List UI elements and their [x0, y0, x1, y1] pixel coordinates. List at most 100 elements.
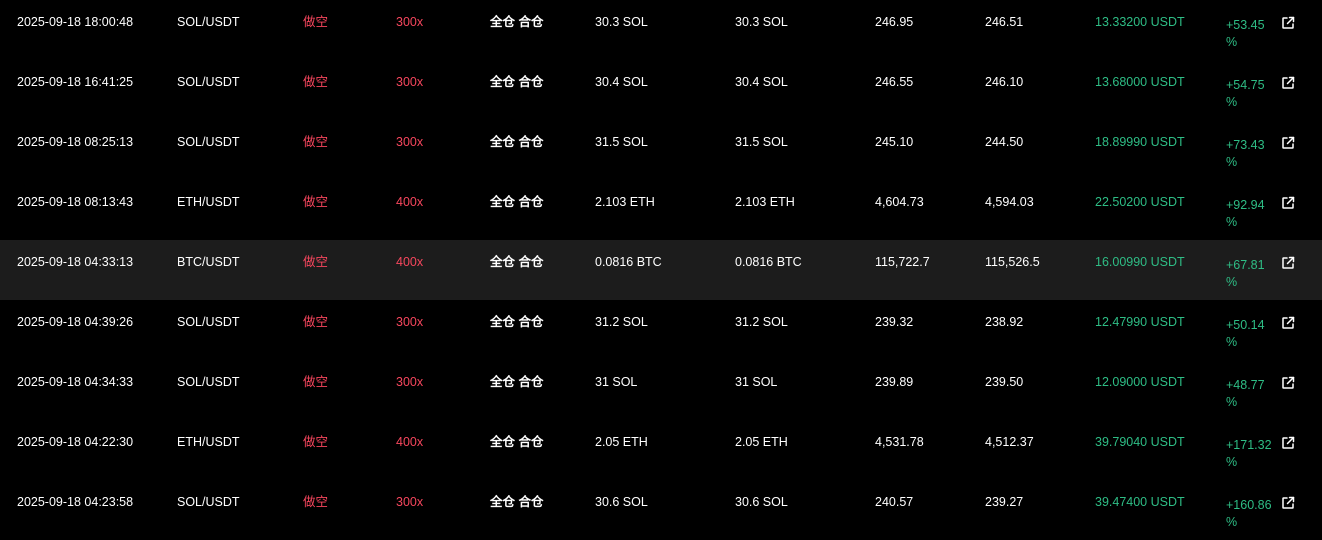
table-row[interactable]: 2025-09-18 16:41:25 SOL/USDT 做空 300x 全仓 …: [0, 60, 1322, 120]
roi-percent: +171.32 %: [1226, 438, 1272, 469]
trade-history-table: 2025-09-18 18:00:48 SOL/USDT 做空 300x 全仓 …: [0, 0, 1322, 540]
position-side: 做空: [303, 75, 329, 89]
open-size: 2.103 ETH: [595, 195, 655, 209]
close-size: 30.4 SOL: [735, 75, 788, 89]
close-size: 2.05 ETH: [735, 435, 788, 449]
close-size: 31.5 SOL: [735, 135, 788, 149]
trade-time: 2025-09-18 04:33:13: [17, 255, 134, 269]
roi-percent: +160.86 %: [1226, 498, 1272, 529]
position-side: 做空: [303, 435, 329, 449]
table-row[interactable]: 2025-09-18 04:34:33 SOL/USDT 做空 300x 全仓 …: [0, 360, 1322, 420]
margin-mode: 全仓 合仓: [490, 315, 544, 329]
position-side: 做空: [303, 375, 329, 389]
position-side: 做空: [303, 315, 329, 329]
trade-time: 2025-09-18 04:39:26: [17, 315, 134, 329]
leverage: 300x: [396, 135, 424, 149]
position-side: 做空: [303, 495, 329, 509]
exit-price: 115,526.5: [985, 255, 1040, 269]
roi-percent: +73.43 %: [1226, 138, 1265, 169]
trading-pair: SOL/USDT: [177, 495, 240, 509]
trade-time: 2025-09-18 18:00:48: [17, 15, 134, 29]
external-link-icon[interactable]: [1280, 375, 1296, 391]
close-size: 30.3 SOL: [735, 15, 788, 29]
entry-price: 246.55: [875, 75, 914, 89]
leverage: 400x: [396, 255, 424, 269]
entry-price: 4,531.78: [875, 435, 924, 449]
margin-mode: 全仓 合仓: [490, 75, 544, 89]
leverage: 300x: [396, 495, 424, 509]
open-size: 31.5 SOL: [595, 135, 648, 149]
roi-percent: +54.75 %: [1226, 78, 1265, 109]
margin-mode: 全仓 合仓: [490, 135, 544, 149]
position-side: 做空: [303, 15, 329, 29]
trade-time: 2025-09-18 04:22:30: [17, 435, 134, 449]
external-link-icon[interactable]: [1280, 15, 1296, 31]
leverage: 400x: [396, 435, 424, 449]
realized-pnl: 16.00990 USDT: [1095, 255, 1185, 269]
trading-pair: SOL/USDT: [177, 375, 240, 389]
external-link-icon[interactable]: [1280, 75, 1296, 91]
exit-price: 244.50: [985, 135, 1024, 149]
trading-pair: BTC/USDT: [177, 255, 240, 269]
roi-percent: +92.94 %: [1226, 198, 1265, 229]
margin-mode: 全仓 合仓: [490, 255, 544, 269]
open-size: 31 SOL: [595, 375, 638, 389]
exit-price: 246.51: [985, 15, 1024, 29]
close-size: 31.2 SOL: [735, 315, 788, 329]
realized-pnl: 12.47990 USDT: [1095, 315, 1185, 329]
external-link-icon[interactable]: [1280, 195, 1296, 211]
external-link-icon[interactable]: [1280, 435, 1296, 451]
margin-mode: 全仓 合仓: [490, 495, 544, 509]
entry-price: 240.57: [875, 495, 914, 509]
realized-pnl: 13.68000 USDT: [1095, 75, 1185, 89]
entry-price: 245.10: [875, 135, 914, 149]
table-row[interactable]: 2025-09-18 18:00:48 SOL/USDT 做空 300x 全仓 …: [0, 0, 1322, 60]
trade-time: 2025-09-18 08:13:43: [17, 195, 134, 209]
external-link-icon[interactable]: [1280, 315, 1296, 331]
margin-mode: 全仓 合仓: [490, 195, 544, 209]
open-size: 31.2 SOL: [595, 315, 648, 329]
external-link-icon[interactable]: [1280, 135, 1296, 151]
position-side: 做空: [303, 195, 329, 209]
external-link-icon[interactable]: [1280, 495, 1296, 511]
position-side: 做空: [303, 135, 329, 149]
trade-time: 2025-09-18 08:25:13: [17, 135, 134, 149]
table-row[interactable]: 2025-09-18 04:23:58 SOL/USDT 做空 300x 全仓 …: [0, 480, 1322, 540]
entry-price: 115,722.7: [875, 255, 930, 269]
open-size: 30.6 SOL: [595, 495, 648, 509]
exit-price: 238.92: [985, 315, 1024, 329]
exit-price: 4,512.37: [985, 435, 1034, 449]
open-size: 30.4 SOL: [595, 75, 648, 89]
roi-percent: +53.45 %: [1226, 18, 1265, 49]
table-row[interactable]: 2025-09-18 04:22:30 ETH/USDT 做空 400x 全仓 …: [0, 420, 1322, 480]
realized-pnl: 18.89990 USDT: [1095, 135, 1185, 149]
leverage: 300x: [396, 15, 424, 29]
leverage: 300x: [396, 315, 424, 329]
roi-percent: +48.77 %: [1226, 378, 1265, 409]
table-row[interactable]: 2025-09-18 08:13:43 ETH/USDT 做空 400x 全仓 …: [0, 180, 1322, 240]
realized-pnl: 39.79040 USDT: [1095, 435, 1185, 449]
table-row[interactable]: 2025-09-18 04:33:13 BTC/USDT 做空 400x 全仓 …: [0, 240, 1322, 300]
trading-pair: SOL/USDT: [177, 15, 240, 29]
external-link-icon[interactable]: [1280, 255, 1296, 271]
table-row[interactable]: 2025-09-18 04:39:26 SOL/USDT 做空 300x 全仓 …: [0, 300, 1322, 360]
realized-pnl: 39.47400 USDT: [1095, 495, 1185, 509]
close-size: 0.0816 BTC: [735, 255, 802, 269]
roi-percent: +50.14 %: [1226, 318, 1265, 349]
close-size: 30.6 SOL: [735, 495, 788, 509]
trade-time: 2025-09-18 16:41:25: [17, 75, 134, 89]
open-size: 0.0816 BTC: [595, 255, 662, 269]
realized-pnl: 12.09000 USDT: [1095, 375, 1185, 389]
trading-pair: ETH/USDT: [177, 195, 240, 209]
exit-price: 239.50: [985, 375, 1024, 389]
trade-time: 2025-09-18 04:23:58: [17, 495, 134, 509]
table-row[interactable]: 2025-09-18 08:25:13 SOL/USDT 做空 300x 全仓 …: [0, 120, 1322, 180]
realized-pnl: 22.50200 USDT: [1095, 195, 1185, 209]
leverage: 400x: [396, 195, 424, 209]
entry-price: 246.95: [875, 15, 914, 29]
roi-percent: +67.81 %: [1226, 258, 1265, 289]
trade-time: 2025-09-18 04:34:33: [17, 375, 134, 389]
margin-mode: 全仓 合仓: [490, 435, 544, 449]
entry-price: 239.32: [875, 315, 914, 329]
margin-mode: 全仓 合仓: [490, 15, 544, 29]
